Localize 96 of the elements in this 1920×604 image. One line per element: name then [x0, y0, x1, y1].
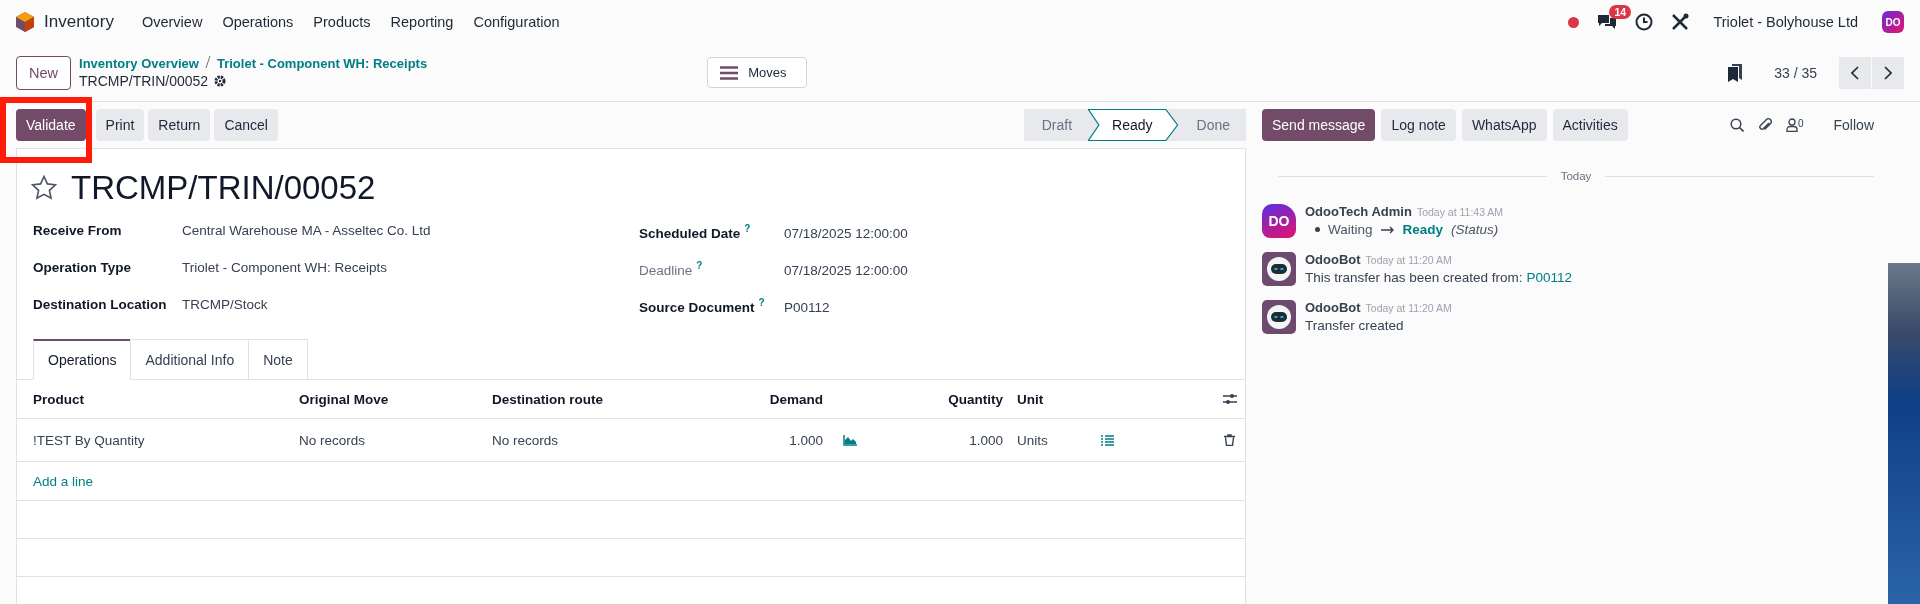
- bullet-icon: [1315, 227, 1320, 232]
- pager-value: 33 / 35: [1774, 64, 1817, 81]
- field-value[interactable]: P00112: [784, 299, 830, 315]
- table-cell-text: !TEST By Quantity: [32, 432, 146, 448]
- table-cell-text: No records: [491, 432, 560, 448]
- menu-icon: [720, 65, 739, 80]
- breadcrumb-link[interactable]: Triolet - Component WH: Receipts: [216, 56, 428, 71]
- list-icon: [1101, 434, 1114, 446]
- date-divider: Today: [1560, 170, 1592, 182]
- field-value[interactable]: 07/18/2025 12:00:00: [784, 225, 908, 241]
- column-header[interactable]: Product: [17, 391, 291, 407]
- field-label: Receive From: [33, 223, 123, 238]
- status-step[interactable]: Draft: [1023, 109, 1089, 141]
- company-switcher[interactable]: Triolet - Bolyhouse Ltd: [1707, 13, 1864, 31]
- menu-item[interactable]: Operations: [212, 8, 304, 36]
- field-label: Source Document $^{?}$: [639, 297, 766, 315]
- user-avatar[interactable]: DO: [1882, 11, 1904, 33]
- star-icon: [31, 175, 57, 201]
- record-dot-icon: [1568, 16, 1580, 28]
- message-count: 14: [1609, 5, 1632, 19]
- chatter-button[interactable]: Send message: [1262, 109, 1376, 141]
- search-icon: [1729, 118, 1744, 132]
- field-label: Operation Type: [33, 260, 132, 275]
- column-header[interactable]: Destination route: [484, 391, 701, 407]
- message-text: Transfer created: [1305, 318, 1404, 333]
- action-button[interactable]: Validate: [16, 109, 86, 141]
- column-header[interactable]: Original Move: [291, 391, 484, 407]
- menu-item[interactable]: Reporting: [380, 8, 464, 36]
- tools-icon: [1671, 13, 1690, 31]
- breadcrumb-link[interactable]: Inventory Overview: [79, 56, 199, 71]
- robot-icon: [1262, 300, 1296, 334]
- table-cell-text: Units: [1016, 432, 1049, 448]
- user-icon: [1785, 118, 1798, 132]
- previous-button[interactable]: [1839, 56, 1871, 89]
- message-text: This transfer has been created from:: [1305, 270, 1523, 285]
- favorite-star[interactable]: [31, 175, 57, 201]
- area-chart-icon: [843, 434, 857, 446]
- app-name[interactable]: Inventory: [44, 12, 114, 32]
- add-line-link[interactable]: Add a line: [33, 473, 94, 489]
- chatter-button[interactable]: Activities: [1552, 109, 1628, 141]
- column-header[interactable]: Quantity: [871, 391, 1011, 407]
- author-avatar: DO: [1262, 204, 1296, 238]
- chatter-button[interactable]: WhatsApp: [1461, 109, 1547, 141]
- menu-item[interactable]: Configuration: [463, 8, 570, 36]
- message-time: Today at 11:20 AM: [1365, 254, 1452, 266]
- document-link[interactable]: P00112: [1526, 270, 1572, 285]
- status-step[interactable]: Done: [1178, 109, 1246, 141]
- new-button[interactable]: New: [16, 55, 71, 90]
- tab[interactable]: Note: [248, 339, 308, 380]
- next-button[interactable]: [1872, 56, 1904, 89]
- chatter-button[interactable]: Log note: [1381, 109, 1456, 141]
- table-cell-text: 1.000: [968, 432, 1004, 448]
- breadcrumb-separator-icon: [204, 56, 211, 68]
- field-value[interactable]: Triolet - Component WH: Receipts: [182, 260, 388, 275]
- moves-button[interactable]: Moves: [707, 57, 808, 88]
- followers-button[interactable]: 0: [1785, 118, 1804, 132]
- message-time: Today at 11:20 AM: [1365, 302, 1452, 314]
- follow-button[interactable]: Follow: [1833, 117, 1874, 133]
- table-cell-text: No records: [298, 432, 367, 448]
- author-name: OdooTech Admin: [1305, 204, 1412, 219]
- record-title: TRCMP/TRIN/00052: [71, 169, 376, 207]
- documents-icon: [1728, 63, 1743, 82]
- action-button[interactable]: Print: [95, 109, 145, 141]
- menu-item[interactable]: Products: [303, 8, 381, 36]
- tab[interactable]: Operations: [33, 339, 132, 380]
- action-button[interactable]: Cancel: [214, 109, 278, 141]
- field-label: Scheduled Date $^{?}$: [639, 223, 752, 241]
- message-time: Today at 11:43 AM: [1416, 206, 1504, 218]
- record-name: TRCMP/TRIN/00052: [79, 73, 209, 89]
- robot-icon: [1262, 252, 1296, 286]
- clock-icon: [1635, 13, 1654, 31]
- column-header[interactable]: Unit: [1011, 391, 1101, 407]
- tab[interactable]: Additional Info: [130, 339, 250, 380]
- new-value: Ready: [1402, 222, 1444, 237]
- chevron-left-icon: [1851, 65, 1859, 80]
- chevron-right-icon: [1884, 65, 1892, 80]
- field-value[interactable]: Central Warehouse MA - Asseltec Co. Ltd: [182, 223, 431, 238]
- menu-item[interactable]: Overview: [131, 8, 213, 36]
- settings-icon: [214, 75, 227, 87]
- action-button[interactable]: Return: [148, 109, 211, 141]
- status-step[interactable]: Ready: [1088, 109, 1179, 141]
- old-value: Waiting: [1328, 222, 1373, 237]
- sliders-icon: [1223, 393, 1237, 405]
- tracked-field: (Status): [1451, 222, 1499, 237]
- field-label: Destination Location: [33, 297, 168, 312]
- table-cell-text: 1.000: [788, 432, 824, 448]
- column-header[interactable]: Demand: [701, 391, 831, 407]
- paperclip-icon: [1757, 117, 1772, 133]
- arrow-right-icon: [1380, 225, 1395, 234]
- field-label: Deadline $^{?}$: [639, 260, 704, 278]
- author-name: OdooBot: [1305, 300, 1361, 315]
- field-value[interactable]: 07/18/2025 12:00:00: [784, 262, 908, 278]
- trash-icon: [1224, 434, 1235, 446]
- app-logo-icon: [16, 12, 34, 32]
- author-name: OdooBot: [1305, 252, 1361, 267]
- field-value[interactable]: TRCMP/Stock: [182, 297, 268, 312]
